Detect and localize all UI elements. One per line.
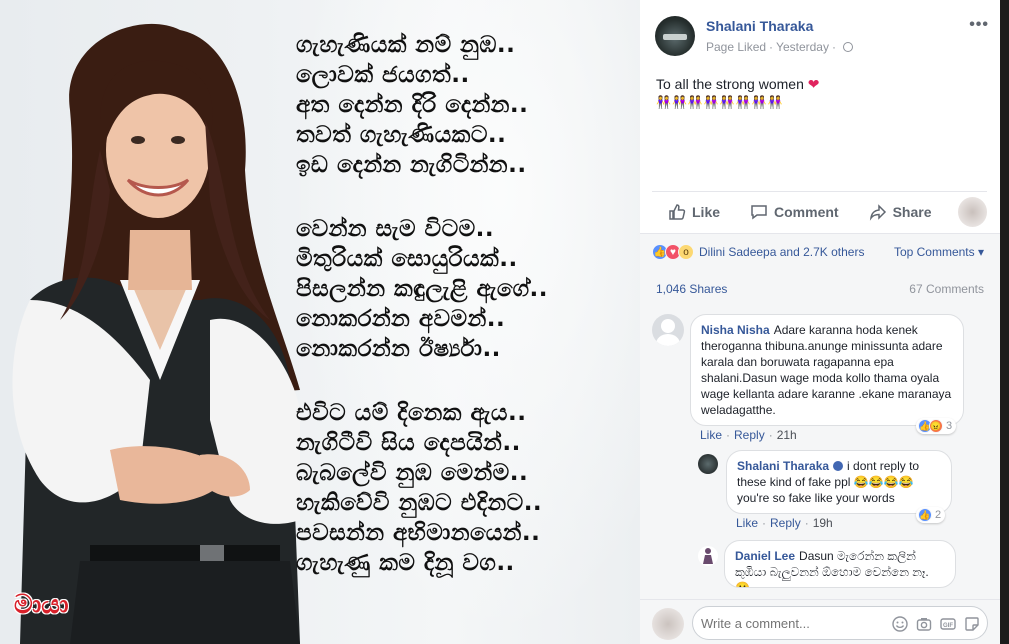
scrollbar[interactable] [1000,0,1009,644]
comment-author[interactable]: Nisha Nisha [701,323,770,337]
camera-icon[interactable] [916,616,932,632]
comment-like-link[interactable]: Like [700,428,722,442]
poem-line: මිතුරියක් සොයුරියක්.. [296,246,518,272]
comment-author[interactable]: Daniel Lee [735,549,795,563]
comments-count-link[interactable]: 67 Comments [909,282,984,296]
comment-composer: GIF [640,599,1000,644]
comment-time[interactable]: 19h [813,516,833,530]
comment-label: Comment [774,203,839,220]
poem-line: ඉඩ දෙන්න නැගිටින්න.. [296,152,527,178]
reaction-summary[interactable]: 👍 ♥ o Dilini Sadeepa and 2.7K others [652,244,864,260]
reaction-count: 2 [935,509,942,521]
globe-icon [842,42,853,52]
poem-stanza-2: වෙන්න සැම විටම.. මිතුරියක් සොයුරියක්.. ප… [296,214,636,364]
comment-actions: Like · Reply · 21h [700,428,797,442]
engagement-stats: 1,046 Shares 67 Comments [656,282,984,296]
comment-bubble: Nisha Nisha Adare karanna hoda kenek ther… [690,314,964,426]
poem-stanza-1: ගැහැණියක් නම් නුඹ.. ලොවක් ජයගත්.. අත දෙන… [296,30,636,180]
comment-like-link[interactable]: Like [736,516,758,530]
comment-bubble: Daniel Lee Dasun මැරෙන්න කලින් කුඹියා බැල… [724,540,956,588]
comments-section: 👍 ♥ o Dilini Sadeepa and 2.7K others Top… [640,233,1000,644]
gif-icon[interactable]: GIF [940,616,956,632]
share-button[interactable]: Share [869,203,932,221]
more-dots-icon[interactable]: ••• [969,16,989,34]
avatar[interactable] [652,314,684,346]
share-label: Share [892,203,932,220]
angry-reaction-icon: 😠 [929,419,943,433]
svg-text:GIF: GIF [943,623,953,629]
like-reaction-icon: 👍 [918,508,932,522]
shares-count-link[interactable]: 1,046 Shares [656,282,727,296]
poem-line: වෙන්න සැම විටම.. [296,216,495,242]
poem-line: අත දෙන්න දිරි දෙන්න.. [296,92,529,118]
viewer-avatar[interactable] [957,196,987,227]
sinhala-poem: ගැහැණියක් නම් නුඹ.. ලොවක් ජයගත්.. අත දෙන… [296,30,636,612]
comment-bubble: Shalani Tharaka i dont reply to these kin… [726,450,952,514]
page-name-link[interactable]: Shalani Tharaka [706,18,813,34]
watermark-logo: මායා [14,590,69,620]
post-meta: Page Liked · Yesterday · [706,40,853,54]
viewer-avatar [652,608,684,640]
share-arrow-icon [869,203,886,221]
comment-author[interactable]: Shalani Tharaka [737,459,829,473]
comment-time[interactable]: 21h [777,428,797,442]
avatar[interactable] [698,454,718,474]
comment-reply-link[interactable]: Reply [734,428,765,442]
poem-line: නැගිටීවි සිය දෙපයින්.. [296,430,521,456]
reaction-count: 3 [946,420,953,432]
comment-nisha: Nisha Nisha Adare karanna hoda kenek ther… [652,314,988,444]
thumbs-up-icon [669,203,686,220]
comment-text: Adare karanna hoda kenek theroganna thib… [701,323,952,417]
post-text: To all the strong women ❤ [656,76,819,93]
post-panel: Shalani Tharaka Page Liked · Yesterday · ••… [640,0,1000,644]
poem-line: ලොවක් ජයගත්.. [296,62,470,88]
poem-line: එවිට යම් දිනෙක ඇය.. [296,400,527,426]
composer-icons: GIF [892,616,980,632]
heart-emoji: ❤ [807,76,820,92]
comment-reply-link[interactable]: Reply [770,516,801,530]
wow-reaction-icon: o [678,244,694,260]
poem-line: ගැහැණියක් නම් නුඹ.. [296,32,516,58]
post-action-bar: Like Comment Share [652,191,987,231]
comment-bubble-icon [751,204,767,219]
poem-line: හැකිවේවි නුඹට එදිනට.. [296,490,543,516]
like-label: Like [692,203,721,220]
avatar[interactable] [698,546,718,566]
post-timestamp[interactable]: Yesterday [776,40,829,54]
post-caption: To all the strong women [656,76,804,92]
poem-line: ගැහැණු කම දිනූ වග.. [296,550,515,576]
like-button[interactable]: Like [668,203,720,221]
page-liked-status[interactable]: Page Liked [706,40,766,54]
poem-line: නොකරන්න ඊර්ෂ්‍යා.. [296,336,501,362]
women-emoji-row: 👭👭👭👭👭👭👭👭 [656,95,784,109]
user-figure-icon [703,548,713,564]
comment-button[interactable]: Comment [750,203,839,221]
reply-actions: Like · Reply · 19h [736,516,833,530]
reaction-names[interactable]: Dilini Sadeepa and 2.7K others [699,245,864,259]
reply-reactions[interactable]: 👍 2 [916,507,946,523]
poem-line: පවසන්න අභිමානයෙන්.. [296,520,541,546]
emoji-icon[interactable] [892,616,908,632]
page-avatar[interactable] [655,16,695,56]
poem-line: පිසලන්න කඳුලැළි ඇගේ.. [296,276,548,302]
top-comments-dropdown[interactable]: Top Comments ▾ [894,245,984,259]
poem-line: තවත් ගැහැණියකට.. [296,122,507,148]
post-photo[interactable]: ගැහැණියක් නම් නුඹ.. ලොවක් ජයගත්.. අත දෙන… [0,0,640,644]
sticker-icon[interactable] [964,616,980,632]
poem-stanza-3: එවිට යම් දිනෙක ඇය.. නැගිටීවි සිය දෙපයින්… [296,398,636,578]
comment-reactions[interactable]: 👍 😠 3 [916,418,957,434]
poem-line: නොකරන්න අවමන්.. [296,306,506,332]
poem-line: බැබලේවි නුඹ මෙන්ම.. [296,460,529,486]
post-header: Shalani Tharaka Page Liked · Yesterday · ••… [655,16,995,56]
reply-daniel: Daniel Lee Dasun මැරෙන්න කලින් කුඹියා බැල… [698,540,988,600]
verified-badge-icon [833,461,844,471]
